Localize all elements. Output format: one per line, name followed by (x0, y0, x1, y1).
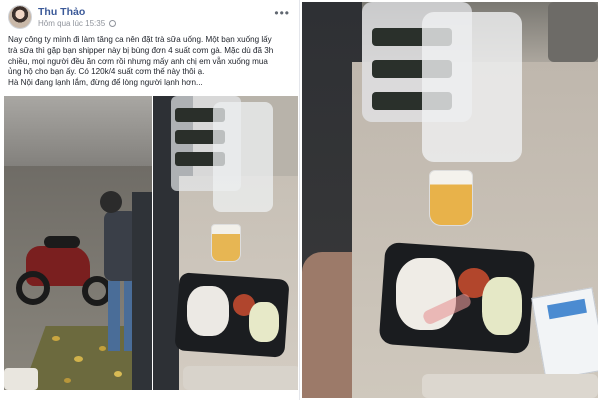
post-timestamp[interactable]: Hôm qua lúc 15:35 (38, 19, 105, 28)
post-meta: Hôm qua lúc 15:35 (38, 19, 117, 28)
post-text-line: trà sữa thì gặp bạn shipper này bị bùng … (8, 45, 274, 55)
post-header: Thu Thảo Hôm qua lúc 15:35 ••• (6, 5, 294, 31)
post-text-line: ủng hộ cho bạn ấy. Có 120k/4 suất cơm th… (8, 67, 205, 77)
post-text-line: Nay công ty mình đi làm tăng ca nên đặt … (8, 35, 272, 44)
post-text-line: Hà Nội đang lạnh lắm, đừng để lòng người… (8, 78, 203, 88)
rice-box-closeup-photo[interactable] (302, 2, 598, 398)
avatar[interactable] (8, 5, 32, 29)
shipper-motorbike-photo[interactable] (4, 96, 152, 390)
rice-box-and-tea-photo[interactable] (153, 96, 298, 390)
post-text: Nay công ty mình đi làm tăng ca nên đặt … (8, 35, 292, 89)
globe-icon (109, 20, 117, 27)
more-options-icon[interactable]: ••• (274, 6, 290, 20)
author-name[interactable]: Thu Thảo (38, 6, 85, 18)
facebook-post: Thu Thảo Hôm qua lúc 15:35 ••• Nay công … (0, 0, 300, 400)
post-text-line: chiều, mọi người đều ăn cơm rồi nhưng mấ… (8, 56, 268, 66)
